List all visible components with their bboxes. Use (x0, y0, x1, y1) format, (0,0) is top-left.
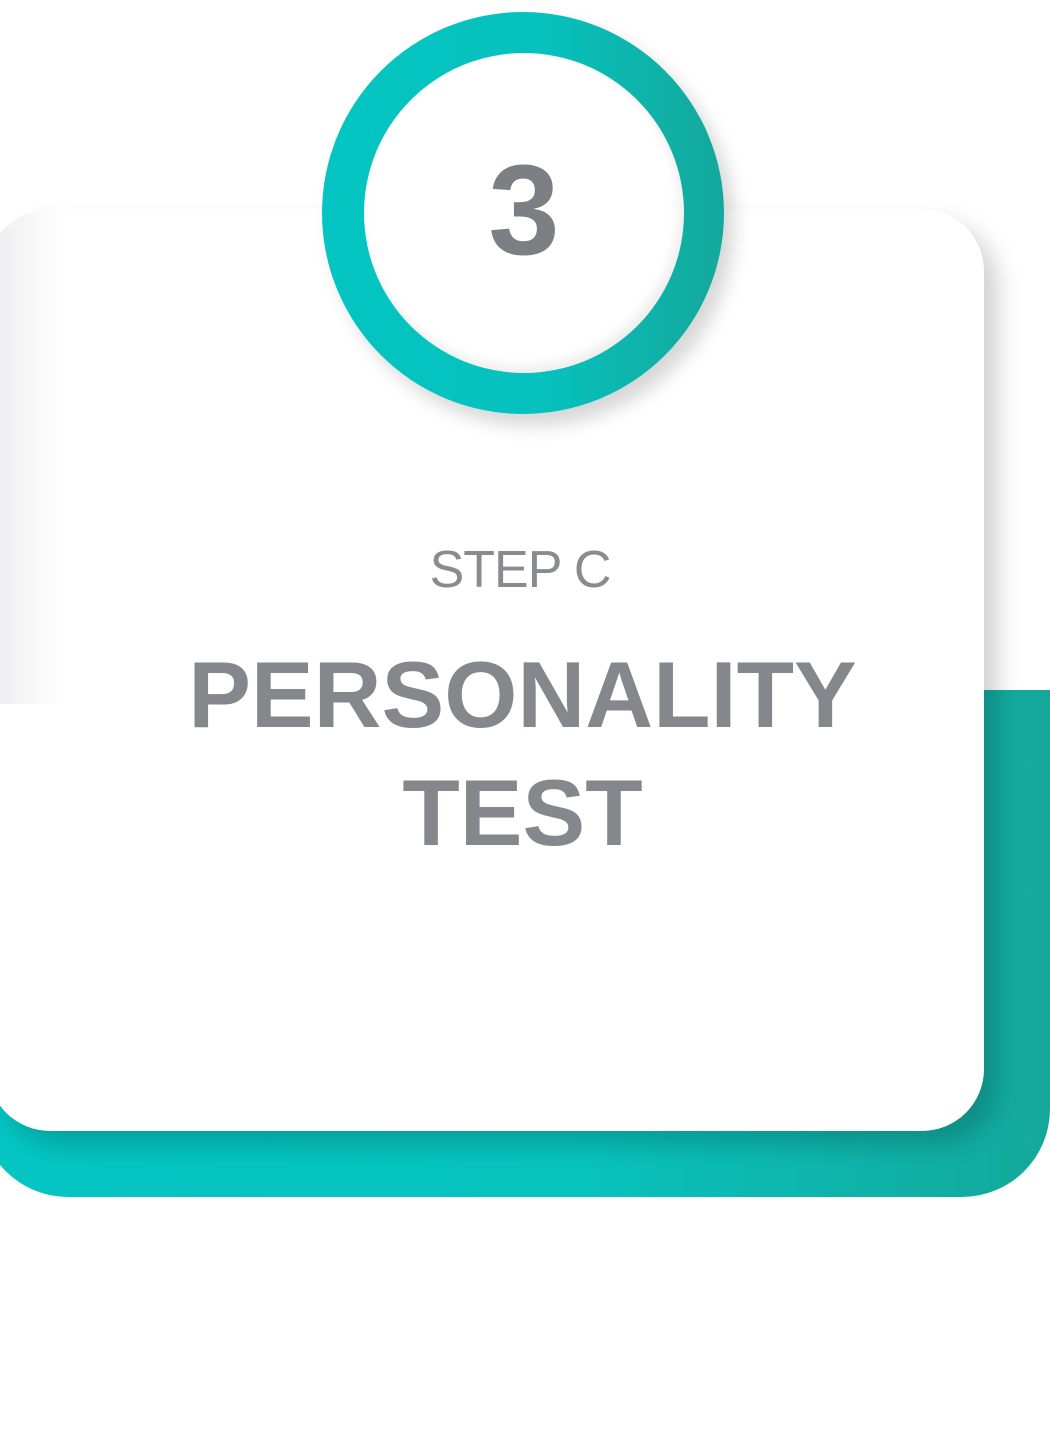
step-title: PERSONALITY TEST (0, 636, 1045, 872)
number-badge: 3 (364, 53, 684, 373)
step-label: STEP C (429, 541, 612, 599)
step-title-line-1: PERSONALITY (188, 642, 857, 747)
step-number: 3 (488, 139, 560, 282)
step-card-infographic: 3 STEP C PERSONALITY TEST (0, 0, 1050, 1433)
step-title-line-2: TEST (402, 760, 643, 865)
card-left-shade (0, 209, 62, 704)
